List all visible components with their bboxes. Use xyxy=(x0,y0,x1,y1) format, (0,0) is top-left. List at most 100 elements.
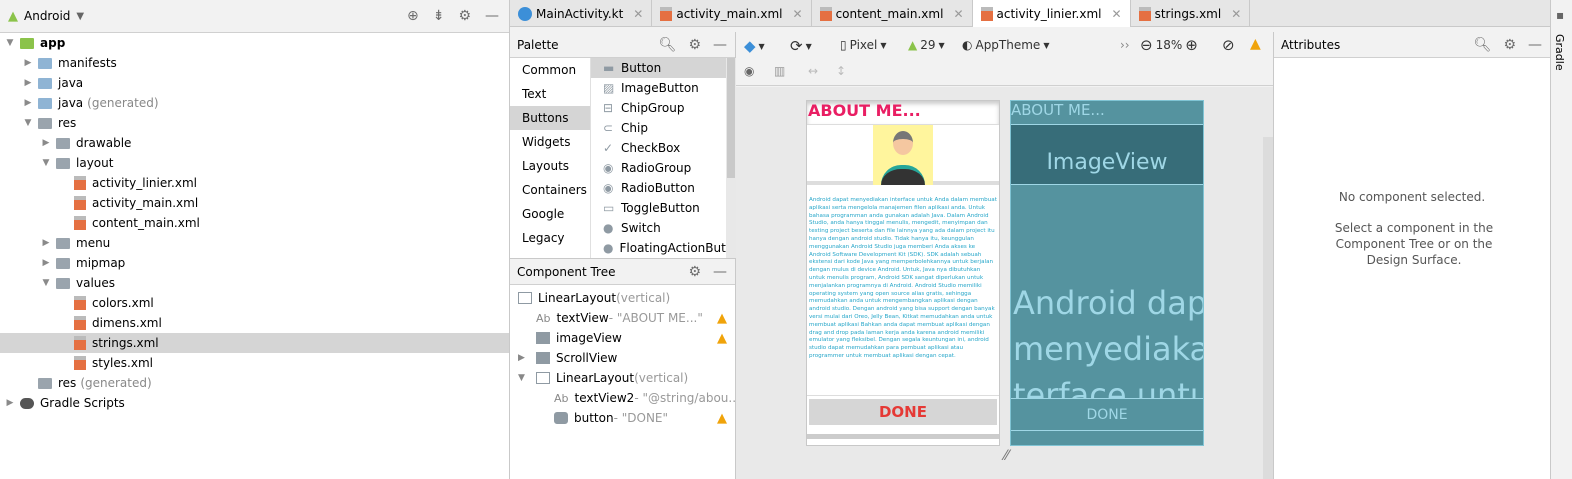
tree-item[interactable]: ▼ app xyxy=(0,33,509,53)
palette-item[interactable]: ✓ CheckBox xyxy=(591,138,736,158)
theme-selector[interactable]: ◐ AppTheme ▼ xyxy=(962,38,1049,52)
orientation-button[interactable]: ⟳ ▼ xyxy=(790,37,812,55)
palette-category[interactable]: Widgets xyxy=(510,130,590,154)
tree-item[interactable]: ▶ manifests xyxy=(0,53,509,73)
tree-item[interactable]: activity_main.xml xyxy=(0,193,509,213)
close-icon[interactable]: ✕ xyxy=(633,7,643,21)
palette-item[interactable]: ● FloatingActionButton xyxy=(591,238,736,258)
zoom-in-icon[interactable]: ⊕ xyxy=(1185,36,1198,54)
tree-item[interactable]: ▶ drawable xyxy=(0,133,509,153)
palette-item[interactable]: ⊟ ChipGroup xyxy=(591,98,736,118)
gear-icon[interactable]: ⚙ xyxy=(1503,37,1516,53)
design-mode-button[interactable]: ◆ ▼ xyxy=(744,37,765,55)
component-node[interactable]: imageView ▲ xyxy=(510,328,735,348)
expanded-arrow-icon[interactable]: ▼ xyxy=(40,278,52,288)
project-view-selector[interactable]: Android xyxy=(24,9,70,23)
tree-item[interactable]: res (generated) xyxy=(0,373,509,393)
collapsed-arrow-icon[interactable]: ▶ xyxy=(40,138,52,148)
palette-category[interactable]: Buttons xyxy=(510,106,590,130)
more-icon[interactable]: ›› xyxy=(1120,38,1130,52)
gear-icon[interactable]: ⚙ xyxy=(688,264,701,280)
expanded-arrow-icon[interactable]: ▼ xyxy=(4,38,16,48)
palette-item[interactable]: ▭ ToggleButton xyxy=(591,198,736,218)
minimize-icon[interactable]: — xyxy=(713,37,727,53)
collapse-all-icon[interactable]: ⇟ xyxy=(433,8,445,24)
collapsed-arrow-icon[interactable]: ▶ xyxy=(22,98,34,108)
collapsed-arrow-icon[interactable]: ▶ xyxy=(4,398,16,408)
component-node[interactable]: ▶ ScrollView xyxy=(510,348,735,368)
tree-item[interactable]: strings.xml xyxy=(0,333,509,353)
collapsed-arrow-icon[interactable]: ▶ xyxy=(40,238,52,248)
expanded-arrow-icon[interactable]: ▼ xyxy=(22,118,34,128)
minimize-icon[interactable]: — xyxy=(485,8,499,24)
blueprint-toggle-icon[interactable]: ▥ xyxy=(774,64,785,78)
palette-item[interactable]: ◉ RadioButton xyxy=(591,178,736,198)
api-selector[interactable]: ▲ 29 ▼ xyxy=(908,38,945,52)
close-icon[interactable]: ✕ xyxy=(953,7,963,21)
warning-icon[interactable]: ▲ xyxy=(717,411,727,426)
chevron-down-icon[interactable]: ▼ xyxy=(76,11,84,22)
resize-handle[interactable]: ⁄⁄ xyxy=(1004,448,1009,464)
vertical-resize-icon[interactable]: ↕ xyxy=(836,64,846,78)
warning-icon[interactable]: ▲ xyxy=(717,331,727,346)
close-icon[interactable]: ✕ xyxy=(1112,7,1122,21)
tab-activity_main-xml[interactable]: activity_main.xml ✕ xyxy=(652,0,812,27)
component-node[interactable]: button - "DONE" ▲ xyxy=(510,408,735,428)
tab-strings-xml[interactable]: strings.xml ✕ xyxy=(1131,0,1251,27)
tree-item[interactable]: ▶ mipmap xyxy=(0,253,509,273)
tree-item[interactable]: content_main.xml xyxy=(0,213,509,233)
minimize-icon[interactable]: — xyxy=(713,264,727,280)
surface-scrollbar[interactable] xyxy=(1263,137,1273,479)
palette-item[interactable]: ⊂ Chip xyxy=(591,118,736,138)
collapsed-arrow-icon[interactable]: ▶ xyxy=(22,78,34,88)
component-node[interactable]: ▼ LinearLayout (vertical) xyxy=(510,368,735,388)
design-preview[interactable]: ABOUT ME... Android dapat menyediakan in… xyxy=(806,100,1000,446)
tree-item[interactable]: dimens.xml xyxy=(0,313,509,333)
tab-mainactivity-kt[interactable]: MainActivity.kt ✕ xyxy=(510,0,653,27)
gear-icon[interactable]: ⚙ xyxy=(688,37,701,53)
component-node[interactable]: Ab textView - "ABOUT ME..." ▲ xyxy=(510,308,735,328)
close-icon[interactable]: ✕ xyxy=(793,7,803,21)
palette-category[interactable]: Common xyxy=(510,58,590,82)
warning-icon[interactable]: ▲ xyxy=(1250,36,1261,52)
eye-icon[interactable]: ◉ xyxy=(744,64,754,78)
component-node[interactable]: LinearLayout (vertical) xyxy=(510,288,735,308)
tree-item[interactable]: ▼ layout xyxy=(0,153,509,173)
palette-category[interactable]: Text xyxy=(510,82,590,106)
gradle-side-tab[interactable]: ▪ Gradle xyxy=(1550,0,1572,479)
palette-category[interactable]: Legacy xyxy=(510,226,590,250)
tree-item[interactable]: ▶ java xyxy=(0,73,509,93)
palette-scrollbar[interactable] xyxy=(726,58,736,272)
palette-category[interactable]: Google xyxy=(510,202,590,226)
tree-item[interactable]: colors.xml xyxy=(0,293,509,313)
collapsed-arrow-icon[interactable]: ▶ xyxy=(40,258,52,268)
locate-icon[interactable]: ⊕ xyxy=(407,8,419,24)
collapsed-arrow-icon[interactable]: ▶ xyxy=(22,58,34,68)
tab-activity_linier-xml[interactable]: activity_linier.xml ✕ xyxy=(972,0,1131,27)
palette-item[interactable]: ◉ RadioGroup xyxy=(591,158,736,178)
palette-category[interactable]: Containers xyxy=(510,178,590,202)
zoom-out-icon[interactable]: ⊖ xyxy=(1140,36,1153,54)
tree-item[interactable]: ▼ values xyxy=(0,273,509,293)
minimize-icon[interactable]: — xyxy=(1528,37,1542,53)
palette-item[interactable]: ▨ ImageButton xyxy=(591,78,736,98)
search-icon[interactable]: 🔍︎ xyxy=(659,37,677,53)
palette-category[interactable]: Layouts xyxy=(510,154,590,178)
warning-icon[interactable]: ▲ xyxy=(717,311,727,326)
blueprint-preview[interactable]: ABOUT ME... ImageView Android dapat meny… xyxy=(1010,100,1204,446)
expanded-arrow-icon[interactable]: ▼ xyxy=(40,158,52,168)
component-node[interactable]: Ab textView2- "@string/abou... xyxy=(510,388,740,408)
palette-item[interactable]: ● Switch xyxy=(591,218,736,238)
search-icon[interactable]: 🔍︎ xyxy=(1474,37,1492,53)
horizontal-resize-icon[interactable]: ↔ xyxy=(808,64,818,78)
gear-icon[interactable]: ⚙ xyxy=(458,8,471,24)
close-icon[interactable]: ✕ xyxy=(1231,7,1241,21)
tree-item[interactable]: styles.xml xyxy=(0,353,509,373)
tab-content_main-xml[interactable]: content_main.xml ✕ xyxy=(812,0,973,27)
tree-item[interactable]: ▼ res xyxy=(0,113,509,133)
tree-item[interactable]: ▶ Gradle Scripts xyxy=(0,393,509,413)
expanded-arrow-icon[interactable]: ▼ xyxy=(518,373,525,383)
palette-item[interactable]: ▬ Button xyxy=(591,58,736,78)
done-button[interactable]: DONE xyxy=(809,399,997,425)
tree-item[interactable]: ▶ menu xyxy=(0,233,509,253)
